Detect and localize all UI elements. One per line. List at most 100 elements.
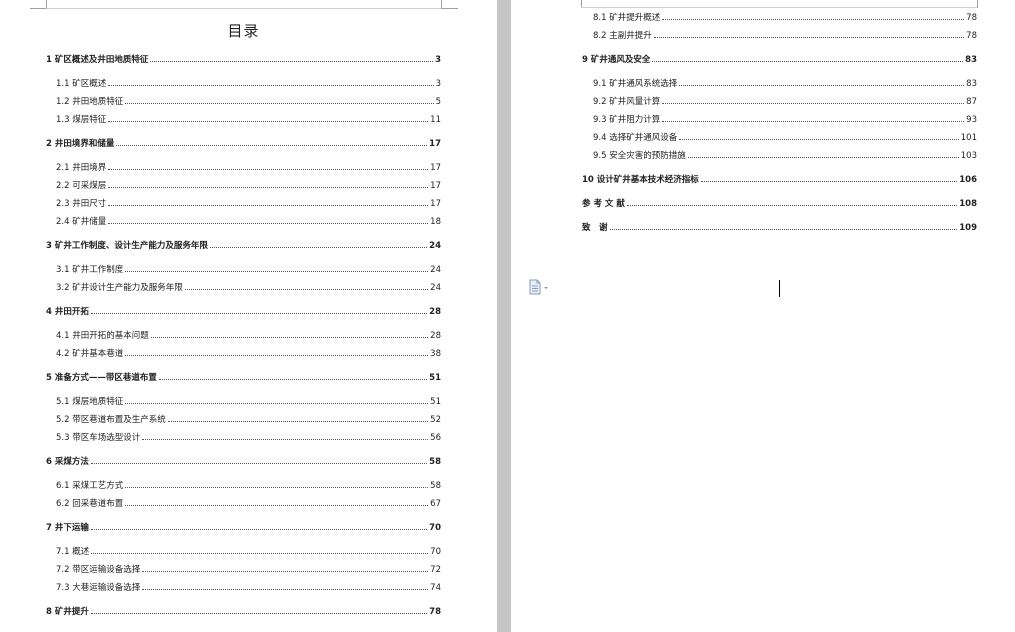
toc-dot-leader — [142, 589, 429, 590]
toc-dot-leader — [108, 169, 429, 170]
page-corner-mark — [30, 0, 47, 9]
toc-page-number: 108 — [959, 199, 977, 209]
toc-entry[interactable]: 8.1 矿井提升概述 78 — [593, 11, 977, 25]
toc-entry[interactable]: 4.2 矿井基本巷道 38 — [56, 347, 441, 361]
toc-entry[interactable]: 6.2 回采巷道布置 67 — [56, 497, 441, 511]
toc-entry-text: 6.2 回采巷道布置 — [56, 499, 124, 509]
toc-entry[interactable]: 7.1 概述 70 — [56, 545, 441, 559]
toc-entry[interactable]: 5.3 带区车场选型设计 56 — [56, 431, 441, 445]
toc-page-number: 51 — [429, 373, 441, 383]
toc-entry[interactable]: 6 采煤方法 58 — [46, 455, 441, 469]
toc-dot-leader — [108, 205, 429, 206]
toc-entry[interactable]: 4 井田开拓 28 — [46, 305, 441, 319]
toc-page-number: 17 — [430, 199, 441, 209]
toc-page-number: 11 — [430, 115, 441, 125]
toc-entry[interactable]: 1 矿区概述及井田地质特征 3 — [46, 53, 441, 67]
footer-rule — [581, 7, 977, 8]
toc-entry[interactable]: 1.1 矿区概述 3 — [56, 77, 441, 91]
toc-dot-leader — [108, 85, 434, 86]
toc-entry-text: 9.4 选择矿井通风设备 — [593, 133, 678, 143]
toc-page-number: 5 — [435, 97, 441, 107]
toc-dot-leader — [116, 145, 428, 146]
toc-dot-leader — [626, 205, 958, 206]
toc-entry[interactable]: 6.1 采煤工艺方式 58 — [56, 479, 441, 493]
toc-page-number: 24 — [429, 241, 441, 251]
toc-entry[interactable]: 1.2 井田地质特征 5 — [56, 95, 441, 109]
toc-page-number: 18 — [430, 217, 441, 227]
toc-entry-text: 10 设计矿井基本技术经济指标 — [582, 175, 699, 185]
text-cursor — [779, 280, 780, 297]
toc-entry[interactable]: 4.1 井田开拓的基本问题 28 — [56, 329, 441, 343]
toc-entry[interactable]: 7 井下运输 70 — [46, 521, 441, 535]
toc-entry-text: 参 考 文 献 — [582, 199, 625, 209]
toc-entry-text: 9 矿井通风及安全 — [582, 55, 651, 65]
toc-entry[interactable]: 5.2 带区巷道布置及生产系统 52 — [56, 413, 441, 427]
toc-entry[interactable]: 7.2 带区运输设备选择 72 — [56, 563, 441, 577]
page-corner-mark — [565, 0, 582, 8]
toc-dot-leader — [108, 223, 429, 224]
toc-page-number: 24 — [430, 265, 441, 275]
document-paste-icon[interactable] — [528, 279, 550, 295]
toc-entry[interactable]: 9.1 矿井通风系统选择 83 — [593, 77, 977, 91]
toc-page-number: 70 — [430, 547, 441, 557]
toc-entry-text: 9.2 矿井风量计算 — [593, 97, 661, 107]
toc-entry[interactable]: 9.2 矿井风量计算 87 — [593, 95, 977, 109]
toc-entry[interactable]: 2.3 井田尺寸 17 — [56, 197, 441, 211]
toc-dot-leader — [125, 487, 429, 488]
toc-entry[interactable]: 5 准备方式——带区巷道布置 51 — [46, 371, 441, 385]
toc-dot-leader — [90, 529, 428, 530]
toc-entry[interactable]: 参 考 文 献 108 — [582, 197, 977, 211]
toc-entry[interactable]: 致 谢 109 — [582, 221, 977, 235]
toc-entry[interactable]: 5.1 煤层地质特征 51 — [56, 395, 441, 409]
toc-entry-text: 3.2 矿井设计生产能力及服务年限 — [56, 283, 183, 293]
toc-entry-text: 1.2 井田地质特征 — [56, 97, 124, 107]
toc-entry[interactable]: 3.1 矿井工作制度 24 — [56, 263, 441, 277]
toc-entry[interactable]: 2.2 可采煤层 17 — [56, 179, 441, 193]
toc-dot-leader — [679, 85, 965, 86]
toc-page-number: 70 — [429, 523, 441, 533]
toc-entry[interactable]: 2.4 矿井储量 18 — [56, 215, 441, 229]
toc-page-number: 78 — [429, 607, 441, 617]
toc-entry-text: 5.2 带区巷道布置及生产系统 — [56, 415, 166, 425]
toc-entry[interactable]: 8.2 主副井提升 78 — [593, 29, 977, 43]
toc-page-number: 83 — [966, 79, 977, 89]
toc-dot-leader — [125, 403, 429, 404]
toc-page-number: 93 — [966, 115, 977, 125]
toc-entry-text: 2.1 井田境界 — [56, 163, 107, 173]
toc-dot-leader — [108, 121, 429, 122]
toc-entry[interactable]: 9.5 安全灾害的预防措施 103 — [593, 149, 977, 163]
toc-entry-text: 4.1 井田开拓的基本问题 — [56, 331, 149, 341]
toc-entry[interactable]: 3.2 矿井设计生产能力及服务年限 24 — [56, 281, 441, 295]
toc-page-number: 67 — [430, 499, 441, 509]
toc-entry-text: 3 矿井工作制度、设计生产能力及服务年限 — [46, 241, 208, 251]
toc-dot-leader — [90, 313, 428, 314]
header-rule — [46, 8, 441, 9]
toc-entry[interactable]: 9.3 矿井阻力计算 93 — [593, 113, 977, 127]
toc-entry-text: 9.5 安全灾害的预防措施 — [593, 151, 686, 161]
toc-dot-leader — [90, 463, 428, 464]
toc-entry[interactable]: 2.1 井田境界 17 — [56, 161, 441, 175]
toc-entry[interactable]: 9.4 选择矿井通风设备 101 — [593, 131, 977, 145]
toc-entry[interactable]: 3 矿井工作制度、设计生产能力及服务年限 24 — [46, 239, 441, 253]
toc-dot-leader — [609, 229, 958, 230]
toc-page-number: 52 — [430, 415, 441, 425]
toc-dot-leader — [158, 379, 428, 380]
toc-page-number: 106 — [959, 175, 977, 185]
toc-dot-leader — [700, 181, 958, 182]
toc-dot-leader — [91, 553, 429, 554]
toc-title: 目录 — [227, 22, 260, 40]
toc-entry[interactable]: 9 矿井通风及安全 83 — [582, 53, 977, 67]
toc-entry[interactable]: 7.3 大巷运输设备选择 74 — [56, 581, 441, 595]
toc-page-number: 3 — [435, 79, 441, 89]
toc-page-number: 17 — [430, 163, 441, 173]
toc-entry[interactable]: 10 设计矿井基本技术经济指标 106 — [582, 173, 977, 187]
toc-dot-leader — [687, 157, 959, 158]
toc-page-number: 101 — [960, 133, 977, 143]
toc-page-number: 109 — [959, 223, 977, 233]
toc-entry[interactable]: 1.3 煤层特征 11 — [56, 113, 441, 127]
toc-entry[interactable]: 2 井田境界和储量 17 — [46, 137, 441, 151]
toc-page-number: 103 — [960, 151, 977, 161]
toc-entry[interactable]: 8 矿井提升 78 — [46, 605, 441, 619]
toc-dot-leader — [184, 289, 429, 290]
toc-dot-leader — [653, 37, 965, 38]
